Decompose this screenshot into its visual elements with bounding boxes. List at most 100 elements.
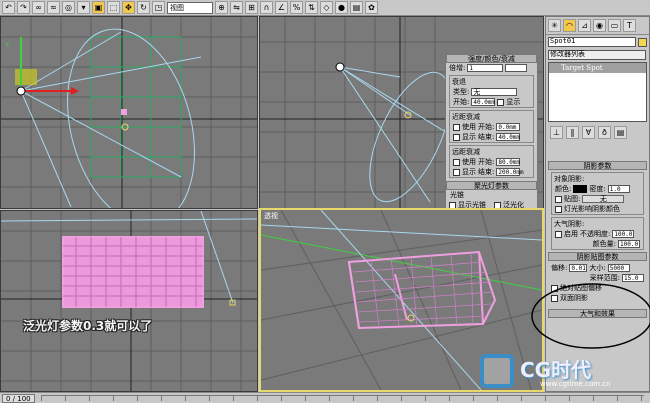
view-dropdown[interactable]: 视图 <box>167 1 213 14</box>
decay-type-select[interactable]: 无 <box>471 88 518 96</box>
object-color-swatch[interactable] <box>638 37 647 47</box>
timeline-ticks[interactable] <box>40 395 644 401</box>
atmos-shadows-label: 大气阴影: <box>554 220 585 228</box>
pivot-icon[interactable]: ⊕ <box>215 1 228 14</box>
atmos-enable-checkbox[interactable] <box>555 230 562 238</box>
unlink-icon[interactable]: ≈ <box>47 1 60 14</box>
decay-start-input[interactable]: 40.0mm <box>471 98 496 106</box>
bias-input[interactable]: 0.01 <box>569 264 588 272</box>
shadow-color-swatch[interactable] <box>573 185 588 193</box>
atmos-opacity-input[interactable]: 100.0 <box>612 230 635 238</box>
size-input[interactable]: 5000 <box>607 264 630 272</box>
hierarchy-tab-icon[interactable]: ⊿ <box>578 19 591 32</box>
select-region-icon[interactable]: ⬚ <box>107 1 120 14</box>
configure-sets-icon[interactable]: ▤ <box>614 126 627 139</box>
utilities-tab-icon[interactable]: T <box>623 19 636 32</box>
far-start-input[interactable]: 80.0mm <box>496 158 521 166</box>
quick-render-icon[interactable]: ✿ <box>365 1 378 14</box>
decay-group: 衰退 类型: 无 开始: 40.0mm 显示 <box>449 75 534 108</box>
far-start-label: 开始: <box>478 158 495 166</box>
undo-icon[interactable]: ↶ <box>2 1 15 14</box>
svg-text:Y: Y <box>4 41 10 49</box>
decay-show-checkbox[interactable] <box>497 98 505 106</box>
intensity-rollout-title[interactable]: 强度/颜色/衰减 <box>446 54 537 63</box>
show-end-result-icon[interactable]: ‖ <box>566 126 579 139</box>
far-end-input[interactable]: 200.0mm <box>496 168 524 176</box>
far-atten-label: 远距衰减 <box>452 148 480 156</box>
bias-label: 偏移: <box>551 264 568 272</box>
near-start-label: 开始: <box>478 123 495 131</box>
select-icon[interactable]: ▣ <box>92 1 105 14</box>
viewport-top-grid: Y <box>1 17 257 208</box>
density-input[interactable]: 1.0 <box>607 185 630 193</box>
render-icon[interactable]: ▤ <box>350 1 363 14</box>
watermark-url: www.cgtime.com.cn <box>540 380 611 388</box>
watermark: CG时代 www.cgtime.com.cn <box>480 352 650 392</box>
frame-counter[interactable]: 0 / 100 <box>2 393 35 403</box>
angle-snap-icon[interactable]: ∠ <box>275 1 288 14</box>
near-use-label: 使用 <box>462 123 476 131</box>
near-end-label: 结束: <box>478 133 495 141</box>
multiplier-input[interactable]: 1 <box>467 64 504 72</box>
percent-snap-icon[interactable]: % <box>290 1 303 14</box>
near-show-label: 显示 <box>462 133 476 141</box>
object-name-input[interactable]: Spot01 <box>548 37 636 47</box>
bind-icon[interactable]: ◎ <box>62 1 75 14</box>
spot-params-rollout-title[interactable]: 聚光灯参数 <box>446 181 537 190</box>
decay-start-label: 开始: <box>453 98 470 106</box>
align-icon[interactable]: ⊞ <box>245 1 258 14</box>
atmos-opacity-label: 不透明度: <box>580 230 611 238</box>
filter-icon[interactable]: ▾ <box>77 1 90 14</box>
material-icon[interactable]: ● <box>335 1 348 14</box>
mirror-icon[interactable]: ⇋ <box>230 1 243 14</box>
near-end-input[interactable]: 40.0mm <box>496 133 521 141</box>
far-show-checkbox[interactable] <box>453 168 460 176</box>
decay-label: 衰退 <box>452 78 466 86</box>
redo-icon[interactable]: ↷ <box>17 1 30 14</box>
object-shadows-group: 对象阴影: 颜色: 密度: 1.0 贴图: 无 灯光影响阴影颜色 <box>551 172 644 215</box>
pin-stack-icon[interactable]: ⊥ <box>550 126 563 139</box>
snap-icon[interactable]: ∩ <box>260 1 273 14</box>
scale-icon[interactable]: ◳ <box>152 1 165 14</box>
watermark-logo-icon <box>480 354 514 388</box>
near-show-checkbox[interactable] <box>453 133 460 141</box>
display-tab-icon[interactable]: ▭ <box>608 19 621 32</box>
highlight-ellipse <box>531 283 650 349</box>
viewport-front[interactable]: 强度/颜色/衰减 倍增: 1 衰退 类型: 无 开始: 40.0mm 显示 近距衰减 … <box>259 16 544 209</box>
object-shadows-label: 对象阴影: <box>554 175 585 183</box>
motion-tab-icon[interactable]: ◉ <box>593 19 606 32</box>
multiplier-label: 倍增: <box>449 64 466 72</box>
modify-tab-icon[interactable]: ◠ <box>563 19 576 32</box>
named-selection-icon[interactable]: ◇ <box>320 1 333 14</box>
shadow-map-checkbox[interactable] <box>555 195 562 203</box>
light-color-swatch[interactable] <box>505 64 528 72</box>
color-amount-input[interactable]: 100.0 <box>618 240 640 248</box>
move-icon[interactable]: ✥ <box>122 1 135 14</box>
spinner-snap-icon[interactable]: ⇅ <box>305 1 318 14</box>
stack-item-target-spot[interactable]: Target Spot <box>549 63 646 73</box>
create-tab-icon[interactable]: ✳ <box>548 19 561 32</box>
atmos-enable-label: 启用 <box>564 230 578 238</box>
link-icon[interactable]: ∞ <box>32 1 45 14</box>
viewport-top[interactable]: Y <box>0 16 258 209</box>
near-start-input[interactable]: 0.0mm <box>496 123 521 131</box>
far-use-checkbox[interactable] <box>453 158 460 166</box>
modifier-list-dropdown[interactable]: 修改器列表 <box>548 50 646 60</box>
annotation-text: 泛光灯参数0.3就可以了 <box>23 319 153 333</box>
atmos-shadows-group: 大气阴影: 启用 不透明度: 100.0 颜色量: 100.0 <box>551 217 644 250</box>
shadow-map-button[interactable]: 无 <box>582 195 625 203</box>
light-affects-shadow-checkbox[interactable] <box>555 205 562 213</box>
near-use-checkbox[interactable] <box>453 123 460 131</box>
size-label: 大小: <box>589 264 606 272</box>
main-toolbar: ↶ ↷ ∞ ≈ ◎ ▾ ▣ ⬚ ✥ ↻ ◳ 视图 ⊕ ⇋ ⊞ ∩ ∠ % ⇅ ◇… <box>0 0 650 16</box>
viewport-left[interactable]: 泛光灯参数0.3就可以了 <box>0 210 258 392</box>
shadow-color-label: 颜色: <box>555 185 572 193</box>
rotate-icon[interactable]: ↻ <box>137 1 150 14</box>
remove-modifier-icon[interactable]: ð <box>598 126 611 139</box>
shadow-params-rollout-title[interactable]: 阴影参数 <box>548 161 647 170</box>
cone-label: 光锥 <box>450 191 464 199</box>
make-unique-icon[interactable]: ∀ <box>582 126 595 139</box>
perspective-viewport-label[interactable]: 透视 <box>264 211 278 221</box>
shadow-map-params-rollout-title[interactable]: 阴影贴图参数 <box>548 252 647 261</box>
intensity-rollout-panel: 强度/颜色/衰减 倍增: 1 衰退 类型: 无 开始: 40.0mm 显示 近距衰减 … <box>445 53 538 208</box>
